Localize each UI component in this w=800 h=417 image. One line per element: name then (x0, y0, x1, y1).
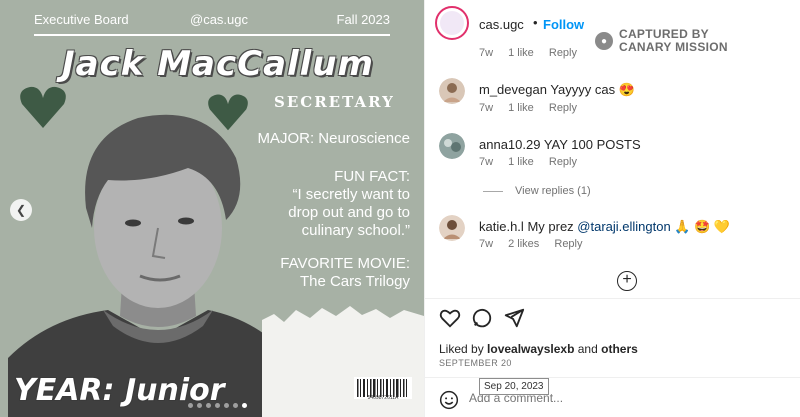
likes-summary: Liked by lovealwayslexb and others (439, 342, 638, 356)
member-portrait (8, 114, 296, 417)
board-label: Executive Board (34, 12, 129, 27)
header-divider (34, 34, 390, 36)
post-actions (439, 307, 539, 331)
reply-button[interactable]: Reply (549, 102, 577, 114)
handle-label: @cas.ugc (190, 12, 248, 27)
post-image: Executive Board @cas.ugc Fall 2023 Jack … (0, 0, 424, 417)
canary-logo-icon: ● (595, 32, 613, 50)
liked-by-and: and (574, 342, 602, 356)
carousel-indicator (188, 403, 247, 408)
comment-likes[interactable]: 2 likes (508, 238, 539, 250)
member-role: SECRETARY (274, 93, 395, 111)
date-tooltip: Sep 20, 2023 (479, 378, 549, 395)
heart-doodle-icon (20, 86, 66, 128)
comment-age: 7w (479, 102, 494, 114)
liked-by-user[interactable]: lovealwayslexb (487, 342, 574, 356)
watermark-line: CANARY MISSION (619, 40, 728, 54)
plus-icon: + (622, 271, 632, 288)
reply-button[interactable]: Reply (549, 156, 577, 168)
comment-likes[interactable]: 1 like (508, 156, 534, 168)
fun-fact-line: culinary school.” (301, 222, 410, 239)
avatar[interactable] (439, 78, 465, 104)
comment-icon[interactable] (471, 307, 493, 329)
heart-doodle-icon (208, 94, 248, 131)
fun-fact-line: “I secretly want to (292, 186, 410, 203)
movie-title: FAVORITE MOVIE: (280, 255, 410, 272)
mention-link[interactable]: @taraji.ellington (577, 219, 670, 234)
avatar[interactable] (435, 6, 469, 40)
comment-username[interactable]: anna10.29 (479, 137, 540, 152)
liked-by-prefix: Liked by (439, 342, 488, 356)
comments-panel: cas.ugc • Follow ● CAPTURED BY CANARY MI… (424, 0, 800, 417)
comment-age: 7w (479, 238, 494, 250)
comment-age: 7w (479, 47, 494, 59)
member-name: Jack MacCallum (62, 44, 374, 84)
view-replies-button[interactable]: View replies (1) (483, 185, 591, 197)
emoji-icon[interactable] (439, 390, 459, 410)
instagram-post-modal: Executive Board @cas.ugc Fall 2023 Jack … (0, 0, 800, 417)
comment-age: 7w (479, 156, 494, 168)
comment-likes[interactable]: 1 like (508, 47, 534, 59)
movie-value: The Cars Trilogy (299, 273, 410, 290)
comment-username[interactable]: m_devegan (479, 82, 547, 97)
comment-likes[interactable]: 1 like (508, 102, 534, 114)
comment-text: YAY 100 POSTS (543, 137, 641, 152)
author-username[interactable]: cas.ugc (479, 17, 524, 32)
reply-button[interactable]: Reply (554, 238, 582, 250)
comment-text-suffix: 🙏 🤩 💛 (670, 219, 731, 234)
header-separator: • (533, 15, 538, 30)
post-date[interactable]: SEPTEMBER 20 (439, 358, 512, 368)
term-label: Fall 2023 (336, 12, 390, 27)
share-icon[interactable] (503, 307, 525, 329)
carousel-dot (215, 403, 220, 408)
follow-button[interactable]: Follow (543, 17, 584, 32)
comment-meta: 7w 1 like Reply (479, 102, 577, 114)
reply-thread-line (483, 190, 503, 192)
view-replies-label: View replies (1) (515, 185, 591, 197)
post-header-bar: Executive Board @cas.ugc Fall 2023 (34, 12, 390, 38)
fun-fact-block: FUN FACT: “I secretly want to drop out a… (288, 168, 410, 240)
fun-fact-title: FUN FACT: (334, 168, 410, 185)
comment-meta: 7w 1 like Reply (479, 47, 577, 59)
comment-text-prefix: My prez (527, 219, 578, 234)
comment-text: Yayyyy cas 😍 (550, 82, 635, 97)
carousel-dot (224, 403, 229, 408)
barcode-number: 5469872611A (367, 395, 399, 401)
comment-meta: 7w 2 likes Reply (479, 238, 583, 250)
divider (425, 298, 800, 299)
carousel-dot (206, 403, 211, 408)
comment-meta: 7w 1 like Reply (479, 156, 577, 168)
load-more-comments-button[interactable]: + (617, 271, 637, 291)
carousel-prev-button[interactable]: ❮ (10, 199, 32, 221)
avatar[interactable] (439, 215, 465, 241)
heart-icon[interactable] (439, 307, 461, 329)
liked-by-others[interactable]: others (601, 342, 638, 356)
avatar[interactable] (439, 133, 465, 159)
watermark: ● CAPTURED BY CANARY MISSION (595, 28, 795, 54)
carousel-dot (188, 403, 193, 408)
major-text: MAJOR: Neuroscience (257, 130, 410, 147)
carousel-dot (242, 403, 247, 408)
reply-button[interactable]: Reply (549, 47, 577, 59)
favorite-movie-block: FAVORITE MOVIE: The Cars Trilogy (280, 255, 410, 291)
comment-username[interactable]: katie.h.l (479, 219, 524, 234)
carousel-dot (197, 403, 202, 408)
carousel-dot (233, 403, 238, 408)
fun-fact-line: drop out and go to (288, 204, 410, 221)
chevron-left-icon: ❮ (15, 203, 27, 217)
